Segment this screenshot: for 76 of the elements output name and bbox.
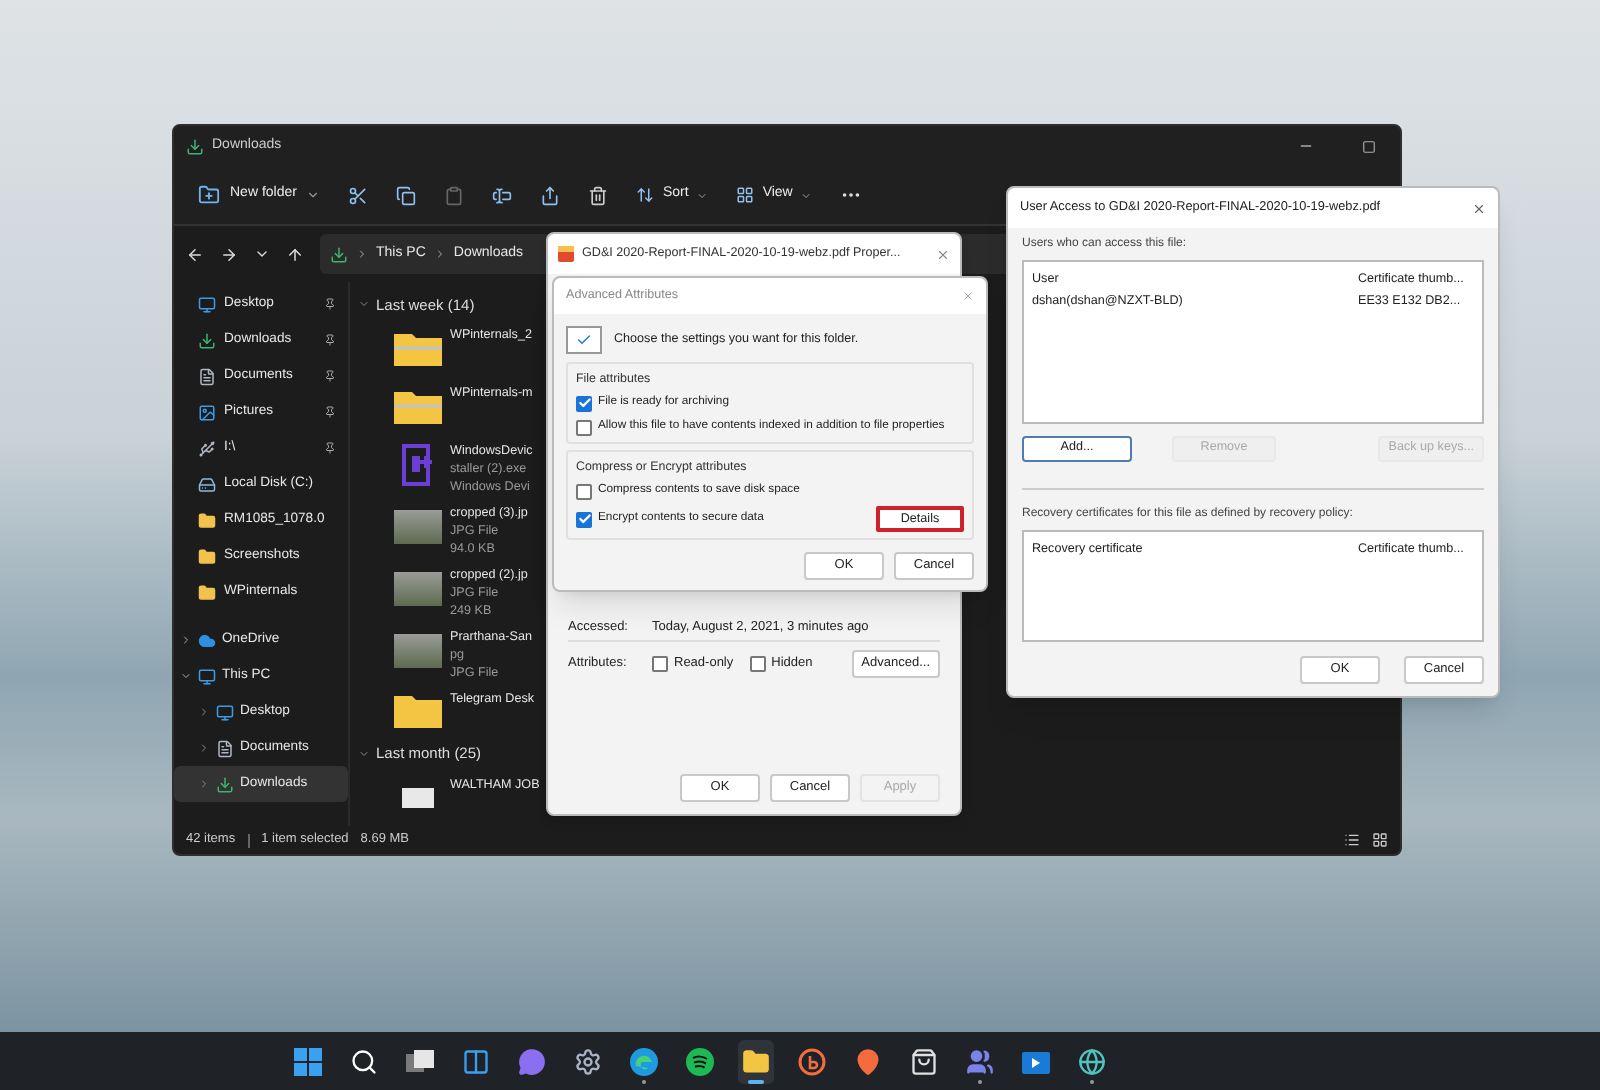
download-icon <box>198 331 216 349</box>
taskbar-button[interactable] <box>738 1039 774 1083</box>
up-icon[interactable] <box>286 245 304 263</box>
copy-icon[interactable] <box>396 185 417 205</box>
running-indicator <box>642 1079 646 1083</box>
drive-icon <box>198 439 216 457</box>
video-play-icon <box>1022 1047 1050 1075</box>
shopping-bag-icon <box>910 1047 938 1075</box>
delete-icon[interactable] <box>588 185 609 205</box>
checkbox[interactable] <box>576 419 592 436</box>
windows-logo-icon <box>294 1047 322 1075</box>
details-view-icon[interactable] <box>1344 832 1360 848</box>
running-indicator <box>748 1079 764 1083</box>
checkbox[interactable] <box>576 511 592 528</box>
caret-icon <box>800 189 813 201</box>
gear-icon <box>574 1047 602 1075</box>
folder-icon <box>198 511 216 529</box>
maximize-icon[interactable] <box>1362 139 1376 153</box>
download-icon <box>216 775 234 793</box>
collapsed-chevron-icon[interactable] <box>180 634 192 646</box>
sound-waves-icon <box>686 1047 714 1075</box>
running-indicator <box>1090 1079 1094 1083</box>
document-icon <box>198 367 216 385</box>
pdf-file-icon <box>558 246 574 262</box>
checkmark-icon <box>566 326 602 354</box>
rename-icon[interactable] <box>492 185 513 205</box>
caret-icon <box>306 188 321 202</box>
folder-icon <box>198 547 216 565</box>
folder-icon <box>394 692 442 729</box>
photo-placeholder <box>394 634 442 668</box>
task-view-icon <box>406 1047 434 1075</box>
close-icon[interactable] <box>1472 201 1486 215</box>
caret-icon <box>696 189 709 201</box>
checkbox[interactable] <box>652 656 668 672</box>
forward-icon[interactable] <box>220 245 238 263</box>
chevron-icon <box>433 248 446 260</box>
cloud-icon <box>198 631 216 649</box>
download-icon <box>330 245 348 263</box>
expanded-chevron-icon[interactable] <box>180 670 192 682</box>
close-icon[interactable] <box>936 247 950 261</box>
computer-icon <box>198 667 216 685</box>
back-icon[interactable] <box>186 245 204 263</box>
document-icon <box>216 739 234 757</box>
grid-icon <box>736 186 755 204</box>
monitor-icon <box>198 295 216 313</box>
recent-locations-icon[interactable] <box>254 246 270 262</box>
paste-icon[interactable] <box>444 185 465 205</box>
share-icon[interactable] <box>540 185 561 205</box>
running-indicator <box>978 1079 982 1083</box>
folder-icon <box>198 583 216 601</box>
cut-icon[interactable] <box>348 185 369 205</box>
new-folder-icon <box>198 184 220 206</box>
photo-placeholder <box>394 510 442 544</box>
checkbox[interactable] <box>576 395 592 412</box>
widgets-icon <box>462 1047 490 1075</box>
map-pin-icon <box>854 1047 882 1075</box>
people-icon <box>966 1047 994 1075</box>
letter-circle-icon <box>798 1047 826 1075</box>
document-icon <box>402 787 434 808</box>
picture-icon <box>198 403 216 421</box>
sort-icon <box>636 186 655 204</box>
zipped-folder-icon <box>394 329 442 366</box>
monitor-icon <box>216 703 234 721</box>
search-icon <box>350 1047 378 1075</box>
download-icon <box>186 137 204 155</box>
photo-placeholder <box>394 572 442 606</box>
chat-bubble-icon <box>518 1047 546 1075</box>
chevron-icon <box>356 248 368 260</box>
tiles-view-icon[interactable] <box>1372 832 1388 848</box>
checkbox[interactable] <box>749 656 766 672</box>
zipped-folder-icon <box>394 387 442 424</box>
globe-icon <box>1078 1047 1106 1075</box>
checkbox[interactable] <box>576 483 592 500</box>
folder-icon <box>742 1047 770 1075</box>
swirl-icon <box>630 1047 658 1075</box>
installer-icon <box>402 443 434 487</box>
